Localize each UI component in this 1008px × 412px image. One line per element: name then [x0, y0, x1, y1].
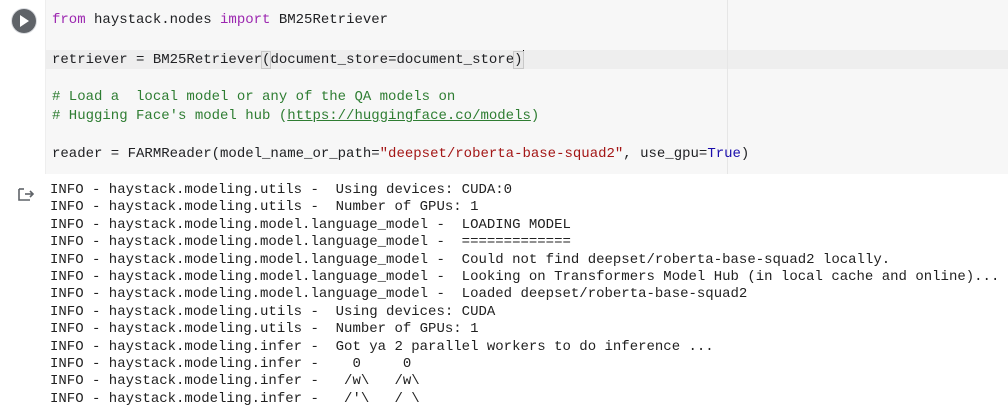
code-line: retriever = BM25Retriever(document_store… — [52, 50, 524, 69]
text-cursor — [522, 50, 524, 66]
run-cell-button[interactable] — [12, 9, 36, 33]
log-line: INFO - haystack.modeling.infer - 0 0 — [50, 355, 412, 372]
code-text: BM25Retriever — [270, 12, 389, 28]
log-line: INFO - haystack.modeling.model.language_… — [50, 268, 1000, 285]
comment-text: ) — [530, 108, 540, 124]
keyword: from — [52, 12, 86, 28]
log-line: INFO - haystack.modeling.model.language_… — [50, 286, 748, 303]
log-line: INFO - haystack.modeling.model.language_… — [50, 234, 571, 251]
constant: True — [707, 146, 741, 162]
cell-output: INFO - haystack.modeling.utils - Using d… — [0, 174, 1008, 412]
log-line: INFO - haystack.modeling.utils - Number … — [50, 199, 479, 216]
code-text: reader = FARMReader(model_name_or_path= — [52, 146, 380, 162]
log-line: INFO - haystack.modeling.infer - Got ya … — [50, 338, 714, 355]
comment-text: # Hugging Face's model hub ( — [52, 108, 288, 124]
code-text: document_store=document_store — [270, 52, 515, 68]
code-text: , use_gpu= — [623, 146, 708, 162]
log-line: INFO - haystack.modeling.model.language_… — [50, 251, 891, 268]
code-line: from haystack.nodes import BM25Retriever — [52, 11, 388, 29]
log-line: INFO - haystack.modeling.utils - Using d… — [50, 303, 496, 320]
code-text: retriever = BM25Retriever — [52, 52, 263, 68]
log-line: INFO - haystack.modeling.model.language_… — [50, 216, 571, 233]
log-line: INFO - haystack.modeling.utils - Number … — [50, 321, 479, 338]
code-comment-line: # Load a local model or any of the QA mo… — [52, 89, 456, 105]
log-line: INFO - haystack.modeling.utils - Using d… — [50, 182, 513, 198]
code-line: reader = FARMReader(model_name_or_path="… — [52, 145, 749, 163]
code-comment-line: # Hugging Face's model hub (https://hugg… — [52, 107, 539, 125]
keyword: import — [220, 12, 271, 28]
play-icon — [20, 15, 29, 27]
string-literal: "deepset/roberta-base-squad2" — [379, 146, 624, 162]
code-cell: from haystack.nodes import BM25Retriever… — [0, 0, 1008, 174]
output-arrow-icon[interactable] — [16, 185, 36, 205]
notebook: from haystack.nodes import BM25Retriever… — [0, 0, 1008, 412]
log-line: INFO - haystack.modeling.infer - /w\ /w\ — [50, 373, 420, 390]
log-line: INFO - haystack.modeling.infer - /'\ / \ — [50, 390, 420, 407]
comment-link[interactable]: https://huggingface.co/models — [287, 108, 531, 124]
code-text: ) — [740, 146, 750, 162]
code-editor[interactable]: from haystack.nodes import BM25Retriever… — [45, 0, 1008, 174]
code-text: haystack.nodes — [85, 12, 221, 28]
matched-bracket: ) — [513, 51, 524, 69]
output-log: INFO - haystack.modeling.utils - Using d… — [50, 182, 999, 408]
